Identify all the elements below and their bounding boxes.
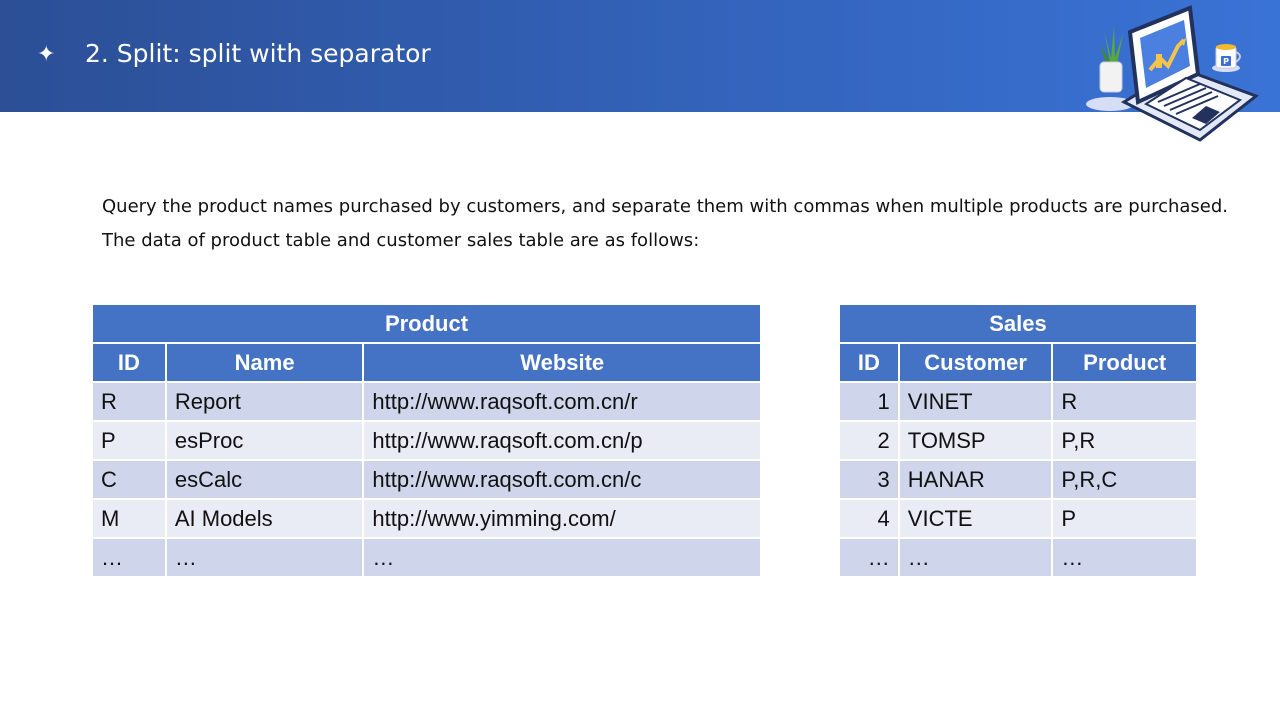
sales-id-cell: … <box>840 539 898 576</box>
product-id-cell: M <box>93 500 165 537</box>
column-header: Customer <box>899 344 1052 381</box>
product-website-cell: http://www.raqsoft.com.cn/p <box>364 422 760 459</box>
table-row: … … … <box>840 539 1196 576</box>
product-id-cell: P <box>93 422 165 459</box>
table-row: 2 TOMSP P,R <box>840 422 1196 459</box>
product-table: Product ID Name Website R Report http://… <box>91 303 762 578</box>
table-row: R Report http://www.raqsoft.com.cn/r <box>93 383 760 420</box>
product-name-cell: Report <box>166 383 363 420</box>
table-row: 4 VICTE P <box>840 500 1196 537</box>
slide-title: 2. Split: split with separator <box>85 39 431 68</box>
product-table-caption: Product <box>93 305 760 342</box>
sales-customer-cell: TOMSP <box>899 422 1052 459</box>
column-header: Website <box>364 344 760 381</box>
product-name-cell: … <box>166 539 363 576</box>
sales-table-header-row: ID Customer Product <box>840 344 1196 381</box>
sales-product-cell: P,R,C <box>1053 461 1196 498</box>
coffee-mug-icon: P <box>1212 44 1241 72</box>
table-row: … … … <box>93 539 760 576</box>
product-table-header-row: ID Name Website <box>93 344 760 381</box>
description-line-2: The data of product table and customer s… <box>102 230 700 251</box>
product-website-cell: … <box>364 539 760 576</box>
sales-customer-cell: VICTE <box>899 500 1052 537</box>
sales-product-cell: … <box>1053 539 1196 576</box>
sales-customer-cell: VINET <box>899 383 1052 420</box>
column-header: ID <box>840 344 898 381</box>
column-header: Name <box>166 344 363 381</box>
potted-plant-icon <box>1099 26 1123 93</box>
product-id-cell: … <box>93 539 165 576</box>
product-id-cell: C <box>93 461 165 498</box>
product-website-cell: http://www.raqsoft.com.cn/c <box>364 461 760 498</box>
table-row: 3 HANAR P,R,C <box>840 461 1196 498</box>
product-website-cell: http://www.raqsoft.com.cn/r <box>364 383 760 420</box>
laptop-illustration: P <box>1086 5 1260 142</box>
sales-id-cell: 3 <box>840 461 898 498</box>
sales-id-cell: 1 <box>840 383 898 420</box>
table-row: P esProc http://www.raqsoft.com.cn/p <box>93 422 760 459</box>
table-row: 1 VINET R <box>840 383 1196 420</box>
sales-product-cell: P <box>1053 500 1196 537</box>
description: Query the product names purchased by cus… <box>102 190 1252 258</box>
mug-label: P <box>1223 57 1229 66</box>
product-name-cell: AI Models <box>166 500 363 537</box>
product-name-cell: esProc <box>166 422 363 459</box>
description-line-1: Query the product names purchased by cus… <box>102 196 1229 217</box>
sales-table: Sales ID Customer Product 1 VINET R 2 TO… <box>838 303 1198 578</box>
product-website-cell: http://www.yimming.com/ <box>364 500 760 537</box>
laptop-icon <box>1120 5 1260 142</box>
sales-id-cell: 4 <box>840 500 898 537</box>
sales-customer-cell: HANAR <box>899 461 1052 498</box>
sales-id-cell: 2 <box>840 422 898 459</box>
table-row: C esCalc http://www.raqsoft.com.cn/c <box>93 461 760 498</box>
table-row: M AI Models http://www.yimming.com/ <box>93 500 760 537</box>
sales-table-caption: Sales <box>840 305 1196 342</box>
star-bullet-icon: ✦ <box>37 42 56 67</box>
product-name-cell: esCalc <box>166 461 363 498</box>
product-id-cell: R <box>93 383 165 420</box>
sales-product-cell: R <box>1053 383 1196 420</box>
column-header: ID <box>93 344 165 381</box>
sales-product-cell: P,R <box>1053 422 1196 459</box>
sales-customer-cell: … <box>899 539 1052 576</box>
column-header: Product <box>1053 344 1196 381</box>
